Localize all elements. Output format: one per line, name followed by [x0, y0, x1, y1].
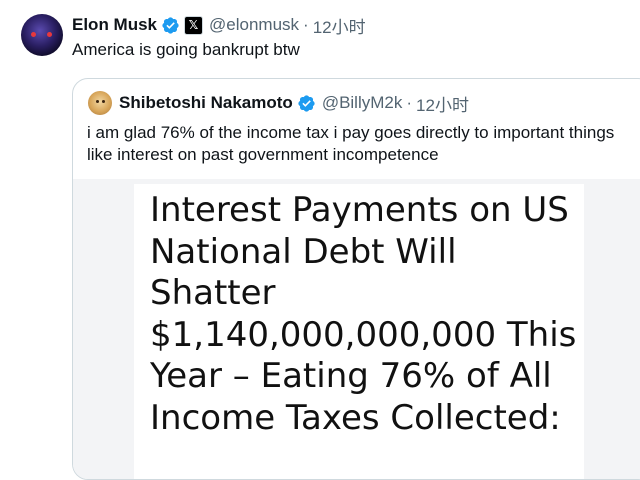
- quoted-tweet-media[interactable]: Interest Payments on US National Debt Wi…: [73, 179, 640, 479]
- quoted-author-name[interactable]: Shibetoshi Nakamoto: [119, 93, 293, 113]
- author-name[interactable]: Elon Musk: [72, 15, 157, 35]
- quoted-header-separator: ·: [406, 93, 413, 112]
- quoted-tweet-text: i am glad 76% of the income tax i pay go…: [87, 123, 615, 164]
- verified-badge-icon: [298, 94, 315, 112]
- tweet: Elon Musk 𝕏 @elonmusk · 12小时 America is …: [0, 0, 640, 480]
- quoted-author-avatar[interactable]: [88, 91, 112, 115]
- quoted-tweet[interactable]: Shibetoshi Nakamoto @BillyM2k · 12小时 i a…: [72, 78, 640, 480]
- x-logo-icon: 𝕏: [184, 15, 204, 35]
- quoted-author-handle[interactable]: @BillyM2k: [322, 93, 403, 113]
- quoted-tweet-timestamp[interactable]: 12小时: [416, 91, 469, 116]
- author-handle[interactable]: @elonmusk: [209, 15, 299, 35]
- author-avatar[interactable]: [21, 14, 63, 56]
- tweet-text: America is going bankrupt btw: [72, 40, 300, 59]
- header-separator: ·: [303, 15, 309, 34]
- quoted-tweet-header: Shibetoshi Nakamoto @BillyM2k · 12小时: [119, 91, 469, 116]
- media-image[interactable]: Interest Payments on US National Debt Wi…: [134, 184, 584, 479]
- avatar-eye-right: [47, 32, 52, 37]
- media-headline: Interest Payments on US National Debt Wi…: [150, 190, 577, 438]
- quoted-avatar-eye-right: [102, 100, 105, 103]
- quoted-avatar-eye-left: [96, 100, 99, 103]
- verified-badge-icon: [162, 16, 179, 34]
- tweet-header: Elon Musk 𝕏 @elonmusk · 12小时: [72, 13, 366, 38]
- tweet-timestamp[interactable]: 12小时: [313, 13, 366, 38]
- avatar-eye-left: [31, 32, 36, 37]
